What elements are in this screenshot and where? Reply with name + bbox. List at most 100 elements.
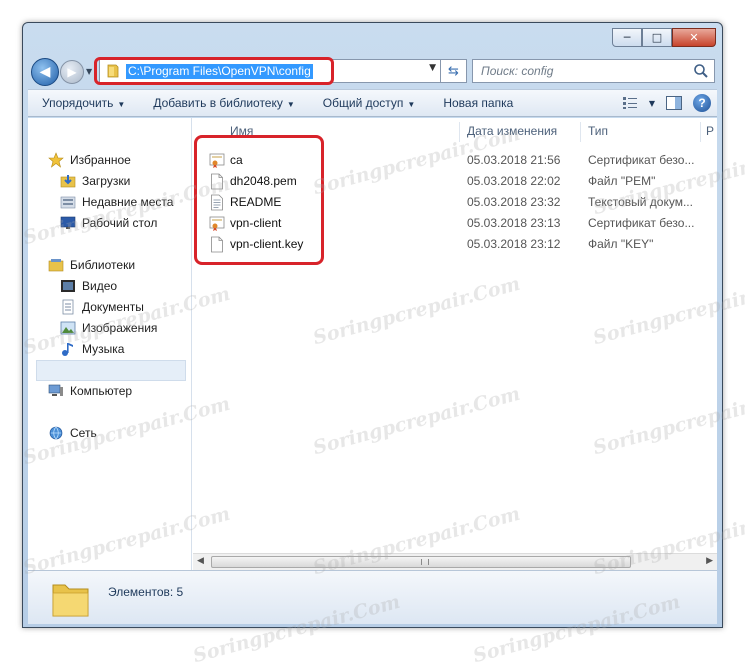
sidebar-item-label: Избранное: [70, 153, 131, 167]
sidebar-item-label: Изображения: [82, 321, 158, 335]
downloads-folder-icon: [60, 175, 76, 188]
back-button[interactable]: ◀: [31, 58, 59, 86]
file-type: Сертификат безо...: [588, 153, 695, 167]
navigation-pane: Избранное Загрузки Недавние места Рабочи…: [28, 118, 192, 570]
file-type: Сертификат безо...: [588, 216, 695, 230]
view-options-button[interactable]: [619, 93, 641, 113]
preview-pane-icon: [666, 96, 682, 110]
new-folder-button[interactable]: Новая папка: [429, 96, 527, 110]
file-date: 05.03.2018 23:13: [467, 216, 561, 230]
sidebar-item-downloads[interactable]: Загрузки: [60, 171, 130, 191]
share-menu[interactable]: Общий доступ ▼: [309, 96, 430, 110]
column-header-type[interactable]: Тип: [588, 124, 608, 138]
explorer-window: ─ □ ✕ ◀ ▶ ▼ C:\Program Files\OpenVPN\con…: [22, 22, 723, 628]
sidebar-item-music[interactable]: Музыка: [60, 339, 124, 359]
sidebar-item-images[interactable]: Изображения: [60, 318, 157, 338]
search-input[interactable]: Поиск: config: [481, 64, 553, 78]
file-date: 05.03.2018 21:56: [467, 153, 561, 167]
sidebar-item-documents[interactable]: Документы: [60, 297, 144, 317]
navigation-bar: ◀ ▶ ▼ C:\Program Files\OpenVPN\config ▼ …: [23, 53, 722, 87]
sidebar-item-favorites[interactable]: Избранное: [48, 150, 131, 170]
star-icon: [48, 152, 64, 168]
sidebar-item-recent[interactable]: Недавние места: [60, 192, 173, 212]
column-header-date[interactable]: Дата изменения: [467, 124, 557, 138]
organize-label: Упорядочить: [42, 96, 114, 110]
file-date: 05.03.2018 23:32: [467, 195, 561, 209]
arrow-right-icon: ▶: [67, 65, 77, 79]
window-controls: ─ □ ✕: [612, 28, 716, 47]
certificate-icon: [209, 153, 225, 168]
file-row[interactable]: ca 05.03.2018 21:56 Сертификат безо...: [193, 150, 717, 171]
sidebar-item-label: Сеть: [70, 426, 97, 440]
column-header-size[interactable]: Р: [706, 124, 714, 138]
address-path[interactable]: C:\Program Files\OpenVPN\config: [126, 63, 313, 79]
history-dropdown-icon[interactable]: ▼: [86, 67, 92, 76]
help-button[interactable]: ?: [693, 94, 711, 112]
toolbar-right: ▼ ?: [619, 93, 711, 113]
file-name: ca: [230, 153, 243, 167]
help-icon: ?: [698, 96, 706, 110]
minimize-button[interactable]: ─: [612, 28, 642, 47]
sidebar-item-label: Библиотеки: [70, 258, 136, 272]
view-dropdown-icon[interactable]: ▼: [649, 99, 655, 108]
desktop-icon: [60, 216, 76, 229]
file-icon: [211, 173, 223, 190]
nav-selection-highlight: [36, 360, 186, 381]
column-header-name[interactable]: Имя: [230, 124, 253, 138]
item-count: Элементов: 5: [108, 585, 184, 599]
video-icon: [61, 280, 75, 292]
chevron-down-icon: ▼: [407, 100, 416, 109]
column-separator[interactable]: [700, 122, 701, 142]
refresh-button[interactable]: ⇆: [441, 59, 467, 83]
maximize-button[interactable]: □: [642, 28, 672, 47]
organize-menu[interactable]: Упорядочить ▼: [28, 96, 139, 110]
sidebar-item-libraries[interactable]: Библиотеки: [48, 255, 135, 275]
certificate-icon: [209, 216, 225, 231]
folder-icon: [100, 60, 126, 82]
address-bar[interactable]: C:\Program Files\OpenVPN\config ▼: [99, 59, 441, 83]
refresh-icon: ⇆: [448, 63, 459, 79]
file-type: Текстовый докум...: [588, 195, 693, 209]
column-separator[interactable]: [459, 122, 460, 142]
file-row[interactable]: vpn-client 05.03.2018 23:13 Сертификат б…: [193, 213, 717, 234]
forward-button[interactable]: ▶: [60, 60, 84, 84]
file-date: 05.03.2018 22:02: [467, 174, 561, 188]
file-name: README: [230, 195, 282, 209]
add-to-library-menu[interactable]: Добавить в библиотеку ▼: [139, 96, 308, 110]
text-file-icon: [211, 194, 223, 211]
file-row[interactable]: dh2048.pem 05.03.2018 22:02 Файл "PEM": [193, 171, 717, 192]
sidebar-item-video[interactable]: Видео: [60, 276, 117, 296]
new-folder-label: Новая папка: [443, 96, 514, 110]
sidebar-item-label: Музыка: [82, 342, 125, 356]
sidebar-item-label: Документы: [82, 300, 144, 314]
scroll-left-icon[interactable]: ◀: [197, 556, 204, 566]
view-list-icon: [622, 97, 637, 109]
add-to-library-label: Добавить в библиотеку: [153, 96, 283, 110]
file-name: vpn-client: [230, 216, 282, 230]
scrollbar-thumb[interactable]: [211, 556, 631, 568]
sidebar-item-label: Компьютер: [70, 384, 133, 398]
close-button[interactable]: ✕: [672, 28, 716, 47]
preview-pane-button[interactable]: [663, 93, 685, 113]
file-row[interactable]: README 05.03.2018 23:32 Текстовый докум.…: [193, 192, 717, 213]
file-list: Имя Дата изменения Тип Р ca 05.03.2018 2…: [193, 118, 717, 570]
sidebar-item-computer[interactable]: Компьютер: [48, 381, 132, 401]
folder-icon: [52, 584, 89, 617]
scroll-right-icon[interactable]: ▶: [706, 556, 713, 566]
sidebar-item-network[interactable]: Сеть: [48, 423, 97, 443]
file-name: vpn-client.key: [230, 237, 304, 251]
address-dropdown-icon[interactable]: ▼: [429, 63, 436, 73]
search-icon[interactable]: [693, 63, 709, 79]
grip-icon: [421, 559, 429, 565]
horizontal-scrollbar[interactable]: ◀ ▶: [193, 553, 717, 570]
sidebar-item-desktop[interactable]: Рабочий стол: [60, 213, 157, 233]
column-separator[interactable]: [580, 122, 581, 142]
file-row[interactable]: vpn-client.key 05.03.2018 23:12 Файл "KE…: [193, 234, 717, 255]
recent-places-icon: [60, 196, 76, 209]
search-box[interactable]: Поиск: config: [472, 59, 715, 83]
arrow-left-icon: ◀: [39, 64, 51, 80]
sidebar-item-label: Рабочий стол: [82, 216, 158, 230]
music-icon: [62, 343, 73, 356]
title-bar[interactable]: ─ □ ✕: [23, 23, 722, 57]
chevron-down-icon: ▼: [286, 100, 295, 109]
